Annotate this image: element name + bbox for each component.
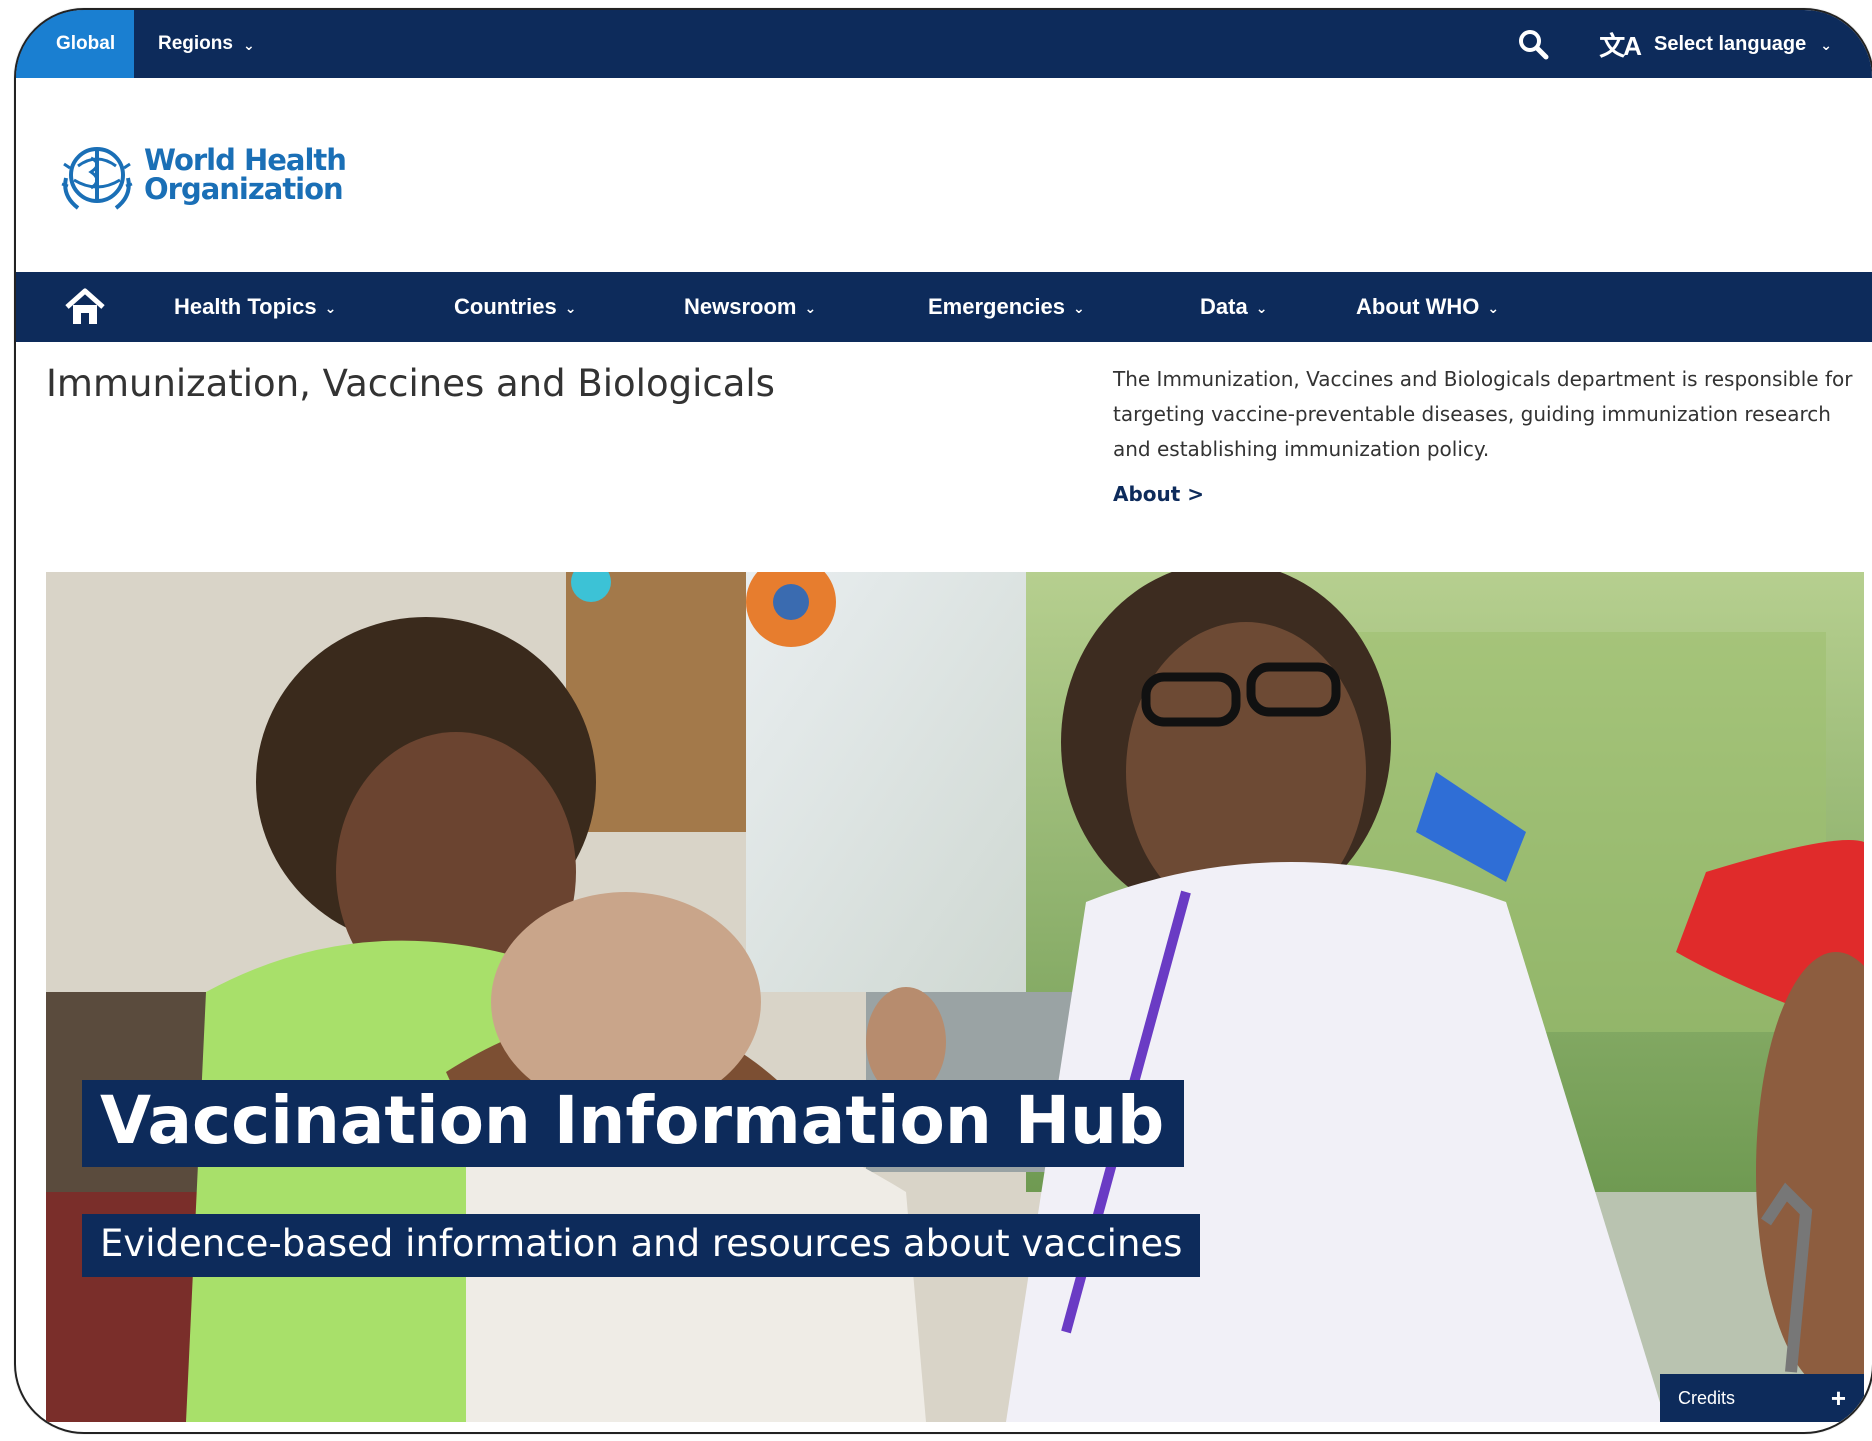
language-label: Select language <box>1653 32 1807 55</box>
chevron-down-icon: ⌄ <box>564 299 577 316</box>
department-description: The Immunization, Vaccines and Biologica… <box>1113 367 1853 461</box>
about-link[interactable]: About > <box>1113 482 1204 506</box>
search-icon[interactable] <box>1517 28 1549 60</box>
hero-subtitle: Evidence-based information and resources… <box>82 1214 1201 1277</box>
credits-label: Credits <box>1678 1387 1736 1408</box>
page-title: Immunization, Vaccines and Biologicals <box>46 362 775 405</box>
logo-band: World Health Organization <box>16 78 1872 272</box>
nav-about-who[interactable]: About WHO ⌄ <box>1356 294 1499 320</box>
logo-line-2: Organization <box>144 172 344 206</box>
chevron-down-icon: ⌄ <box>1255 299 1268 316</box>
chevron-down-icon: ⌄ <box>1072 299 1085 316</box>
nav-label: Emergencies <box>928 294 1065 319</box>
nav-emergencies[interactable]: Emergencies ⌄ <box>928 294 1085 320</box>
chevron-down-icon: ⌄ <box>324 299 337 316</box>
translate-icon: 文A <box>1599 30 1642 61</box>
regions-dropdown[interactable]: Regions ⌄ <box>158 33 255 55</box>
hero-banner: Vaccination Information Hub Evidence-bas… <box>46 572 1864 1422</box>
home-icon[interactable] <box>64 288 106 326</box>
nav-label: About WHO <box>1356 294 1480 319</box>
who-logo-text: World Health Organization <box>144 143 347 206</box>
language-selector[interactable]: 文A Select language ⌄ <box>1599 26 1832 63</box>
hero-photo <box>46 572 1864 1422</box>
logo-line-1: World Health <box>144 143 347 177</box>
who-emblem-icon <box>61 147 133 210</box>
hero-title: Vaccination Information Hub <box>82 1080 1185 1167</box>
nav-label: Newsroom <box>684 294 797 319</box>
nav-data[interactable]: Data ⌄ <box>1200 294 1267 320</box>
nav-health-topics[interactable]: Health Topics ⌄ <box>174 294 336 320</box>
who-logo[interactable]: World Health Organization <box>56 134 347 216</box>
plus-icon: + <box>1830 1382 1846 1413</box>
credits-button[interactable]: Credits + <box>1660 1374 1864 1422</box>
chevron-down-icon: ⌄ <box>1487 299 1500 316</box>
chevron-down-icon: ⌄ <box>1820 36 1832 53</box>
nav-label: Health Topics <box>174 294 317 319</box>
nav-label: Data <box>1200 294 1248 319</box>
browser-frame: Global Regions ⌄ 文A Select language ⌄ Wo… <box>14 8 1872 1434</box>
main-navigation: Health Topics ⌄ Countries ⌄ Newsroom ⌄ E… <box>16 272 1872 342</box>
nav-countries[interactable]: Countries ⌄ <box>454 294 576 320</box>
chevron-down-icon: ⌄ <box>804 299 817 316</box>
top-utility-bar: Global Regions ⌄ 文A Select language ⌄ <box>16 10 1872 78</box>
regions-label: Regions <box>158 33 233 54</box>
global-tab[interactable]: Global <box>16 10 134 78</box>
nav-label: Countries <box>454 294 557 319</box>
nav-newsroom[interactable]: Newsroom ⌄ <box>684 294 816 320</box>
chevron-down-icon: ⌄ <box>242 36 255 53</box>
